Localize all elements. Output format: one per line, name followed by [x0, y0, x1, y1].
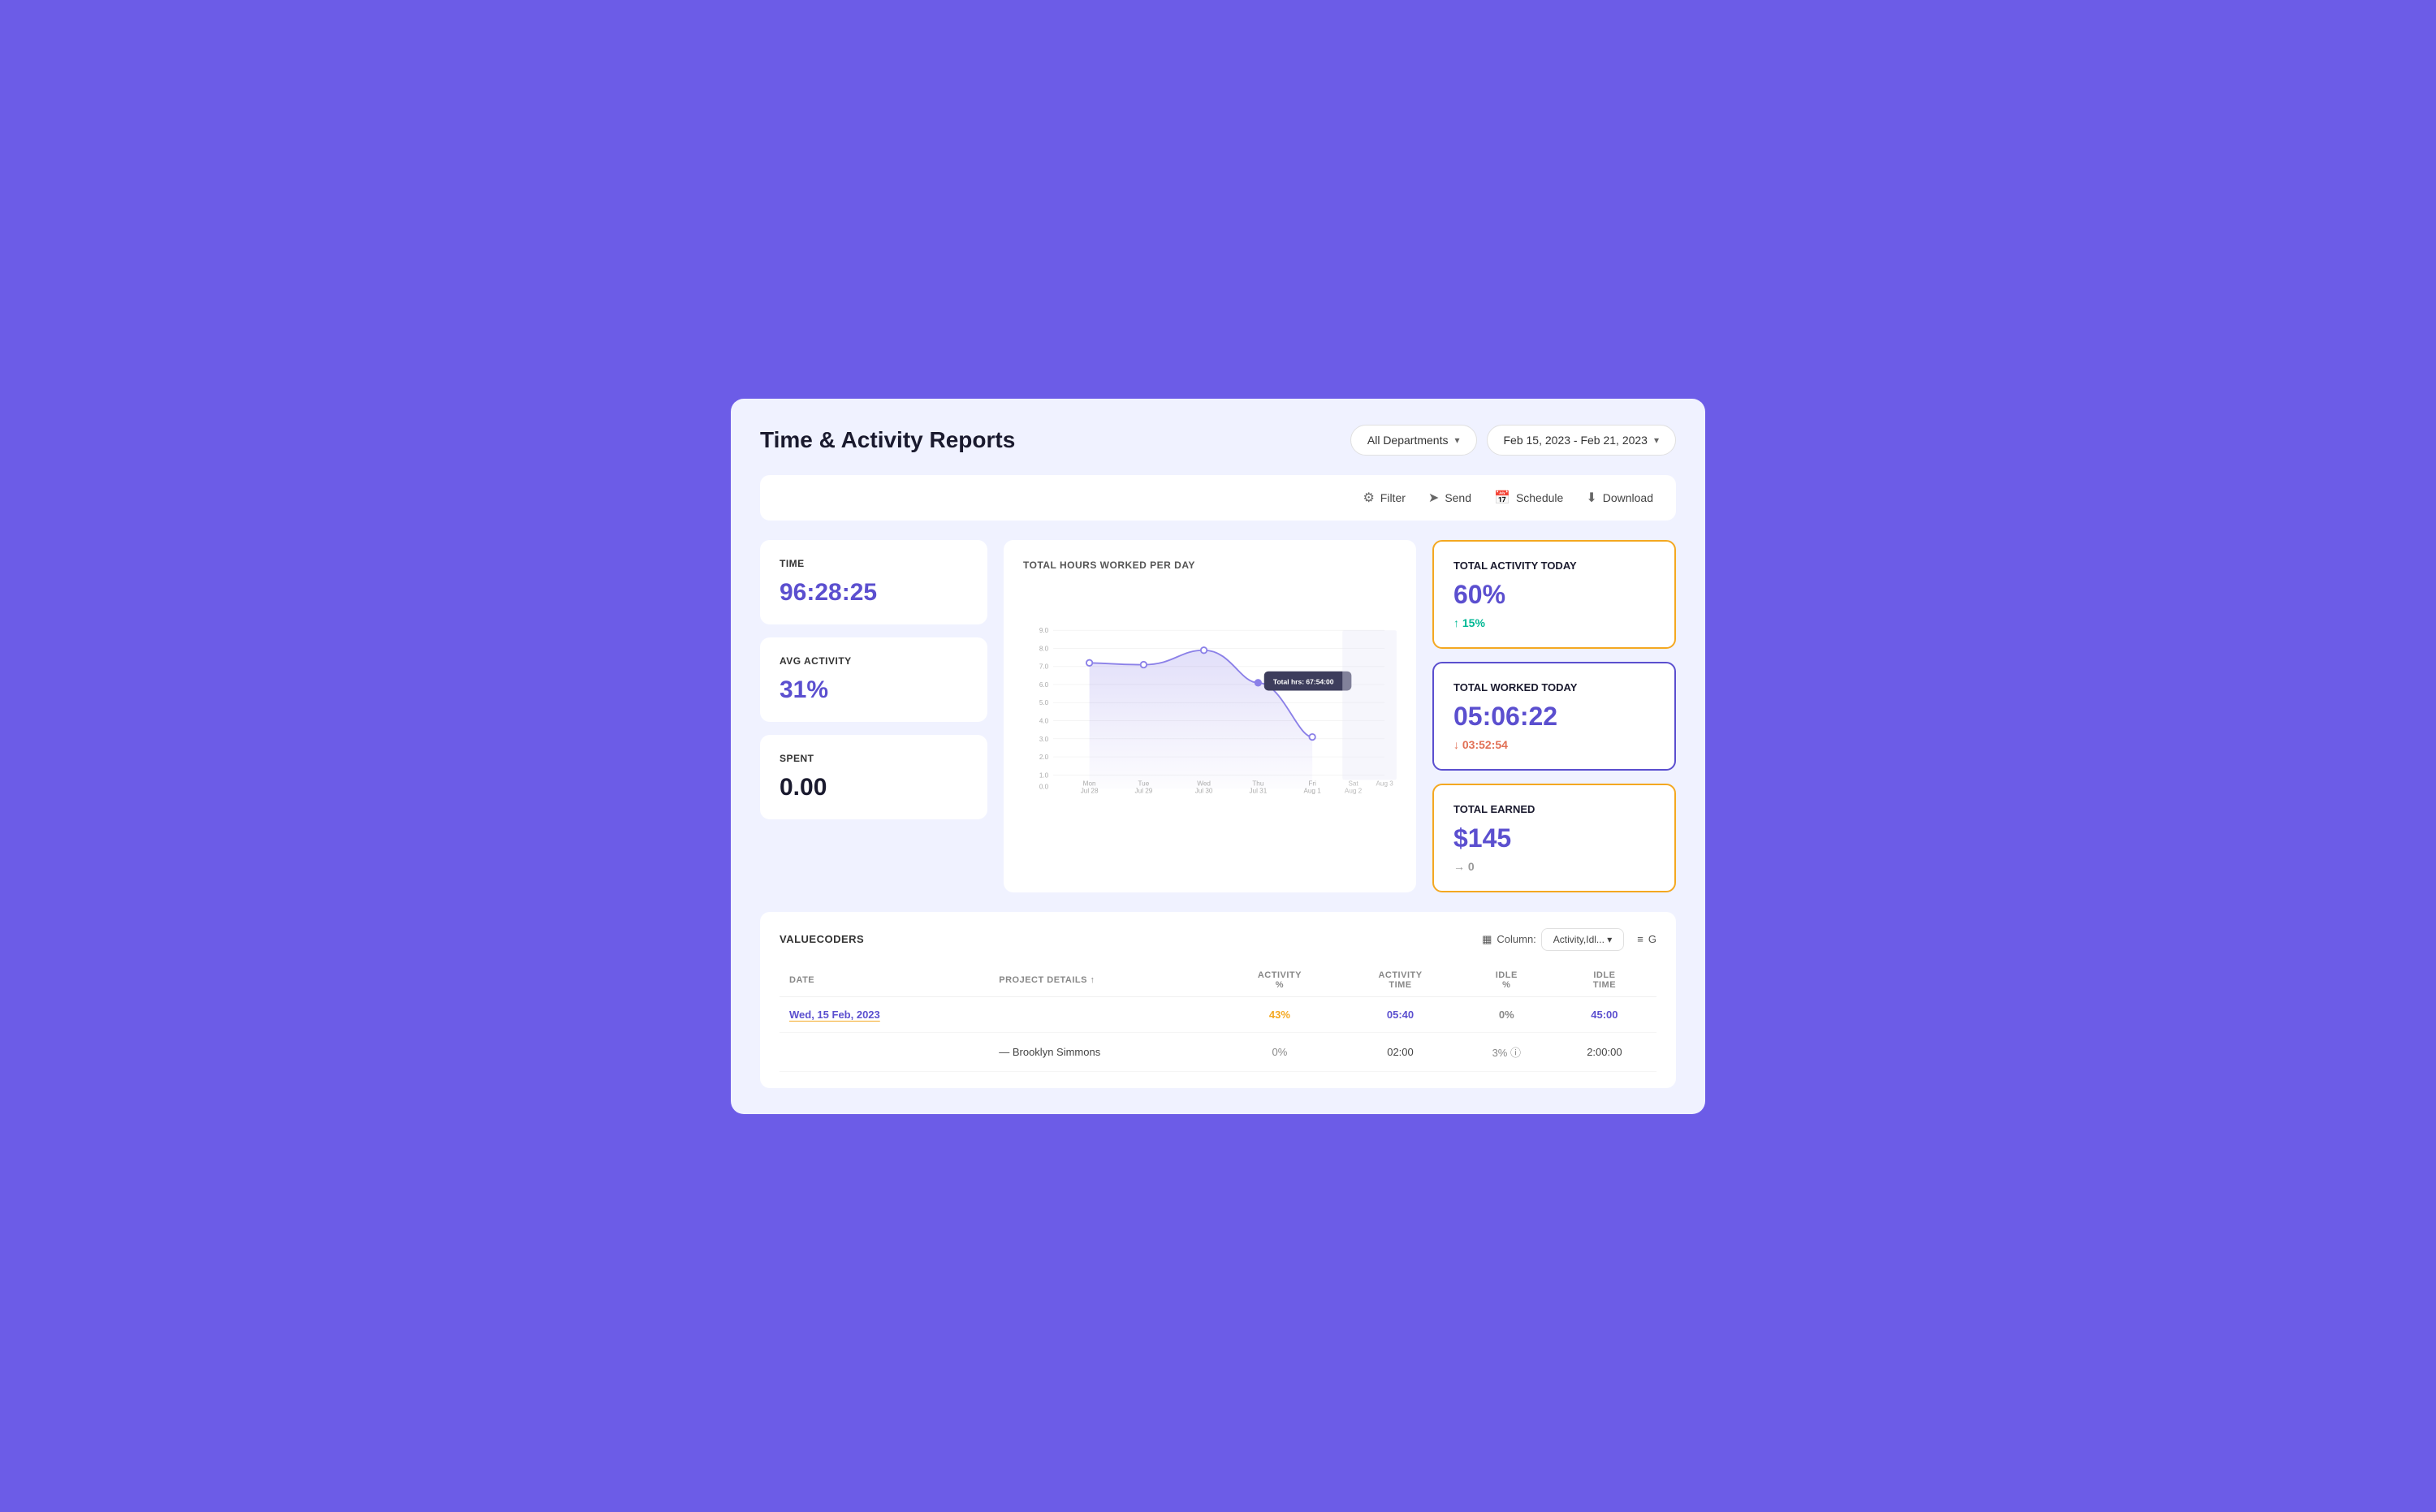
cell-date: Wed, 15 Feb, 2023: [780, 996, 989, 1032]
svg-text:Jul 28: Jul 28: [1081, 787, 1099, 794]
download-button[interactable]: ⬇ Download: [1586, 490, 1653, 506]
table-head: DATE PROJECT DETAILS ↑ ACTIVITY% ACTIVIT…: [780, 964, 1656, 997]
filter-icon: ⚙: [1363, 490, 1374, 506]
total-earned-card: TOTAL EARNED $145 → 0: [1432, 784, 1676, 892]
cell-idle-pct: 3% ⓘ: [1461, 1032, 1553, 1071]
svg-text:Jul 31: Jul 31: [1249, 787, 1267, 794]
svg-text:5.0: 5.0: [1039, 699, 1049, 706]
content-grid: TIME 96:28:25 AVG ACTIVITY 31% SPENT 0.0…: [760, 540, 1676, 892]
chevron-down-icon: ▾: [1654, 434, 1659, 446]
main-container: Time & Activity Reports All Departments …: [731, 399, 1705, 1114]
chart-area: 9.0 8.0 7.0 6.0 5.0 4.0 3.0 2.0 1.0 0.0: [1023, 584, 1397, 827]
cell-date: [780, 1032, 989, 1071]
svg-text:Wed: Wed: [1197, 780, 1211, 787]
cell-act-time: 02:00: [1340, 1032, 1461, 1071]
cell-idle-time: 2:00:00: [1553, 1032, 1656, 1071]
table-header-row: VALUECODERS ▦ Column: Activity,Idl... ▾ …: [780, 928, 1656, 951]
calendar-icon: 📅: [1494, 490, 1510, 506]
group-icon: ≡: [1637, 933, 1643, 945]
col-act-pct: ACTIVITY%: [1220, 964, 1341, 997]
col-idle-pct: IDLE%: [1461, 964, 1553, 997]
col-project: PROJECT DETAILS ↑: [989, 964, 1219, 997]
svg-text:Jul 29: Jul 29: [1135, 787, 1153, 794]
department-dropdown[interactable]: All Departments ▾: [1350, 425, 1477, 456]
left-stats: TIME 96:28:25 AVG ACTIVITY 31% SPENT 0.0…: [760, 540, 987, 892]
total-activity-card: TOTAL ACTIVITY TODAY 60% ↑ 15%: [1432, 540, 1676, 649]
chart-card: TOTAL HOURS WORKED PER DAY 9.0 8.0: [1004, 540, 1416, 892]
table-section: VALUECODERS ▦ Column: Activity,Idl... ▾ …: [760, 912, 1676, 1088]
chevron-down-icon: ▾: [1454, 434, 1459, 446]
col-date: DATE: [780, 964, 989, 997]
right-stats: TOTAL ACTIVITY TODAY 60% ↑ 15% TOTAL WOR…: [1432, 540, 1676, 892]
cell-project: [989, 996, 1219, 1032]
date-range-dropdown[interactable]: Feb 15, 2023 - Feb 21, 2023 ▾: [1487, 425, 1677, 456]
svg-text:Aug 1: Aug 1: [1303, 787, 1321, 794]
header-controls: All Departments ▾ Feb 15, 2023 - Feb 21,…: [1350, 425, 1676, 456]
svg-text:Thu: Thu: [1252, 780, 1263, 787]
group-button[interactable]: ≡ G: [1637, 933, 1656, 945]
page-title: Time & Activity Reports: [760, 427, 1015, 453]
svg-text:3.0: 3.0: [1039, 735, 1049, 742]
spent-card: SPENT 0.00: [760, 735, 987, 819]
download-icon: ⬇: [1586, 490, 1596, 506]
table-body: Wed, 15 Feb, 2023 43% 05:40 0% 45:00 — B…: [780, 996, 1656, 1071]
table-controls: ▦ Column: Activity,Idl... ▾ ≡ G: [1482, 928, 1656, 951]
svg-text:9.0: 9.0: [1039, 627, 1049, 634]
avg-activity-card: AVG ACTIVITY 31%: [760, 637, 987, 722]
svg-text:1.0: 1.0: [1039, 771, 1049, 779]
cell-idle-pct: 0%: [1461, 996, 1553, 1032]
svg-text:2.0: 2.0: [1039, 754, 1049, 761]
table-row: — Brooklyn Simmons 0% 02:00 3% ⓘ 2:00:00: [780, 1032, 1656, 1071]
svg-text:Fri: Fri: [1308, 780, 1316, 787]
table-header-row: DATE PROJECT DETAILS ↑ ACTIVITY% ACTIVIT…: [780, 964, 1656, 997]
time-card: TIME 96:28:25: [760, 540, 987, 624]
svg-text:Mon: Mon: [1083, 780, 1096, 787]
column-selector-button[interactable]: ▦ Column: Activity,Idl... ▾: [1482, 928, 1624, 951]
send-icon: ➤: [1428, 490, 1439, 506]
send-button[interactable]: ➤ Send: [1428, 490, 1471, 506]
bar-chart-icon: ▦: [1482, 933, 1492, 946]
svg-text:4.0: 4.0: [1039, 717, 1049, 724]
toolbar-card: ⚙ Filter ➤ Send 📅 Schedule ⬇ Download: [760, 475, 1676, 521]
cell-act-pct: 0%: [1220, 1032, 1341, 1071]
column-dropdown[interactable]: Activity,Idl... ▾: [1541, 928, 1624, 951]
svg-text:0.0: 0.0: [1039, 783, 1049, 790]
total-worked-card: TOTAL WORKED TODAY 05:06:22 ↓ 03:52:54: [1432, 662, 1676, 771]
schedule-button[interactable]: 📅 Schedule: [1494, 490, 1563, 506]
line-chart: 9.0 8.0 7.0 6.0 5.0 4.0 3.0 2.0 1.0 0.0: [1023, 584, 1397, 827]
col-act-time: ACTIVITYTIME: [1340, 964, 1461, 997]
svg-text:7.0: 7.0: [1039, 663, 1049, 670]
data-table: DATE PROJECT DETAILS ↑ ACTIVITY% ACTIVIT…: [780, 964, 1656, 1072]
cell-member: — Brooklyn Simmons: [989, 1032, 1219, 1071]
col-idle-time: IDLETIME: [1553, 964, 1656, 997]
svg-text:Total hrs: 67:54:00: Total hrs: 67:54:00: [1273, 677, 1334, 685]
svg-text:Tue: Tue: [1138, 780, 1150, 787]
table-row: Wed, 15 Feb, 2023 43% 05:40 0% 45:00: [780, 996, 1656, 1032]
svg-text:Aug 3: Aug 3: [1376, 780, 1393, 787]
svg-text:Jul 30: Jul 30: [1195, 787, 1213, 794]
filter-button[interactable]: ⚙ Filter: [1363, 490, 1405, 506]
cell-act-pct: 43%: [1220, 996, 1341, 1032]
svg-text:Sat: Sat: [1348, 780, 1358, 787]
svg-text:8.0: 8.0: [1039, 645, 1049, 652]
svg-text:6.0: 6.0: [1039, 681, 1049, 689]
header-row: Time & Activity Reports All Departments …: [760, 425, 1676, 456]
cell-act-time: 05:40: [1340, 996, 1461, 1032]
svg-text:Aug 2: Aug 2: [1345, 787, 1363, 794]
cell-idle-time: 45:00: [1553, 996, 1656, 1032]
